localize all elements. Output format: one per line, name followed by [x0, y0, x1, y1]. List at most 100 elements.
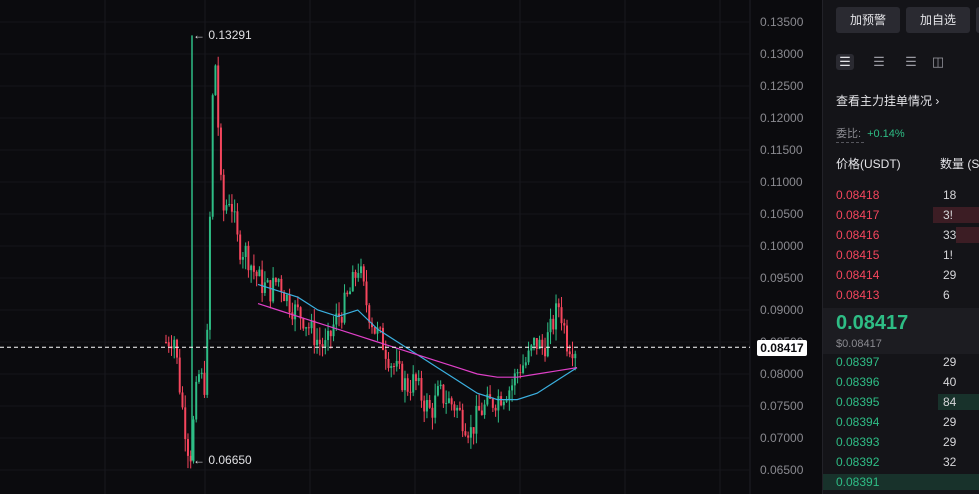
orderbook-asks-view-icon[interactable]: ☰	[902, 54, 920, 70]
candle-body	[233, 211, 236, 213]
candle-body	[228, 203, 231, 206]
bid-qty: 32	[943, 455, 957, 469]
candle-body	[552, 318, 555, 330]
candle-body	[434, 395, 437, 418]
last-price: 0.08417	[836, 312, 909, 334]
candle-body	[398, 360, 401, 364]
candle-body	[406, 378, 409, 392]
candle-body	[436, 386, 439, 396]
ask-row[interactable]: 0.08415 1!	[823, 245, 979, 265]
candle-body	[379, 327, 382, 329]
candle-body	[203, 372, 206, 395]
candle-body	[206, 329, 209, 395]
candle-body	[535, 337, 538, 349]
main-orders-label: 查看主力挂单情况	[836, 94, 933, 108]
price-chart[interactable]: 0.13500 0.13000 0.12500 0.12000 0.11500 0.110…	[0, 0, 822, 494]
bid-price: 0.08396	[836, 375, 880, 389]
candle-body	[516, 372, 519, 374]
price-header: 价格(USDT)	[836, 157, 901, 171]
candle-body	[165, 342, 167, 343]
candle-body	[362, 266, 365, 282]
candle-body	[365, 281, 368, 306]
bid-row[interactable]: 0.08391	[823, 472, 979, 492]
candle-body	[541, 339, 544, 348]
y-tick-label: 0.11500	[760, 143, 803, 157]
candle-body	[310, 320, 313, 329]
orderbook-bids-view-icon[interactable]: ☰	[870, 54, 888, 70]
candle-body	[563, 323, 566, 326]
candle-body	[381, 327, 384, 350]
candle-body	[360, 266, 363, 274]
candle-body	[483, 404, 486, 415]
candle-body	[456, 407, 459, 411]
candle-body	[263, 282, 266, 293]
candle-body	[469, 427, 472, 438]
candle-body	[195, 381, 198, 420]
bid-row[interactable]: 0.08396 40	[823, 372, 979, 392]
candle-body	[236, 211, 239, 235]
high-annotation: ← 0.13291	[193, 28, 252, 42]
candle-body	[461, 409, 464, 432]
candle-body	[329, 330, 332, 337]
popout-icon[interactable]: ◫	[929, 54, 947, 70]
candle-body	[313, 320, 316, 346]
bid-row[interactable]: 0.08394 29	[823, 412, 979, 432]
candle-body	[387, 358, 390, 368]
candle-body	[349, 291, 352, 295]
orderbook-both-view-icon[interactable]: ☰	[836, 54, 854, 70]
candle-body	[288, 294, 291, 313]
candle-body	[442, 384, 445, 404]
candle-body	[211, 95, 214, 217]
bid-row[interactable]: 0.08395 84	[823, 392, 979, 412]
candle-body	[343, 292, 346, 323]
candle-body	[428, 399, 431, 408]
candle-body	[555, 303, 558, 330]
bid-qty: 29	[943, 355, 957, 369]
candle-body	[354, 271, 357, 278]
candle-body	[327, 330, 330, 341]
candle-body	[178, 357, 181, 393]
candlestick-chart-svg[interactable]: 0.13500 0.13000 0.12500 0.12000 0.11500 0.110…	[0, 0, 822, 494]
candle-body	[464, 431, 467, 436]
ask-row[interactable]: 0.08414 29	[823, 265, 979, 285]
candle-body	[280, 278, 283, 293]
candle-body	[316, 339, 319, 346]
y-tick-label: 0.10500	[760, 207, 804, 221]
candle-body	[530, 345, 533, 351]
ask-price: 0.08418	[836, 188, 880, 202]
add-watchlist-button[interactable]: 加自选	[906, 7, 970, 33]
candle-body	[519, 372, 522, 374]
ask-row[interactable]: 0.08417 3!	[823, 205, 979, 225]
bid-row[interactable]: 0.08397 29	[823, 352, 979, 372]
candle-body	[241, 257, 244, 260]
ratio-underline	[836, 142, 864, 143]
candle-body	[181, 392, 184, 408]
candle-body	[255, 271, 258, 277]
bid-qty: 84	[943, 395, 957, 409]
candle-body	[522, 365, 525, 373]
candle-body	[392, 366, 395, 368]
bid-row[interactable]: 0.08393 29	[823, 432, 979, 452]
candle-body	[409, 391, 412, 393]
ask-row[interactable]: 0.08416 33	[823, 225, 979, 245]
candle-body	[431, 407, 434, 418]
candle-body	[401, 363, 404, 391]
candle-body	[258, 269, 261, 277]
candle-body	[439, 384, 442, 387]
high-value: 0.13291	[208, 28, 252, 42]
candle-body	[351, 271, 354, 292]
bid-row[interactable]: 0.08392 32	[823, 452, 979, 472]
add-alert-button[interactable]: 加预警	[836, 7, 900, 33]
ask-row[interactable]: 0.08413 6	[823, 285, 979, 305]
candle-body	[533, 337, 536, 346]
bid-price: 0.08395	[836, 395, 880, 409]
main-orders-link[interactable]: 查看主力挂单情况 ›	[836, 92, 939, 109]
candle-body	[475, 405, 478, 434]
orderbook-panel: 加预警 加自选 ☰ ☰ ☰ ◫ 查看主力挂单情况 › 委比: +0.14% 价格(…	[822, 0, 979, 494]
bid-price: 0.08394	[836, 415, 880, 429]
y-tick-label: 0.11000	[760, 175, 803, 189]
candle-body	[214, 65, 217, 96]
ask-row[interactable]: 0.08418 18	[823, 185, 979, 205]
candle-body	[197, 374, 200, 382]
candle-body	[373, 327, 376, 334]
